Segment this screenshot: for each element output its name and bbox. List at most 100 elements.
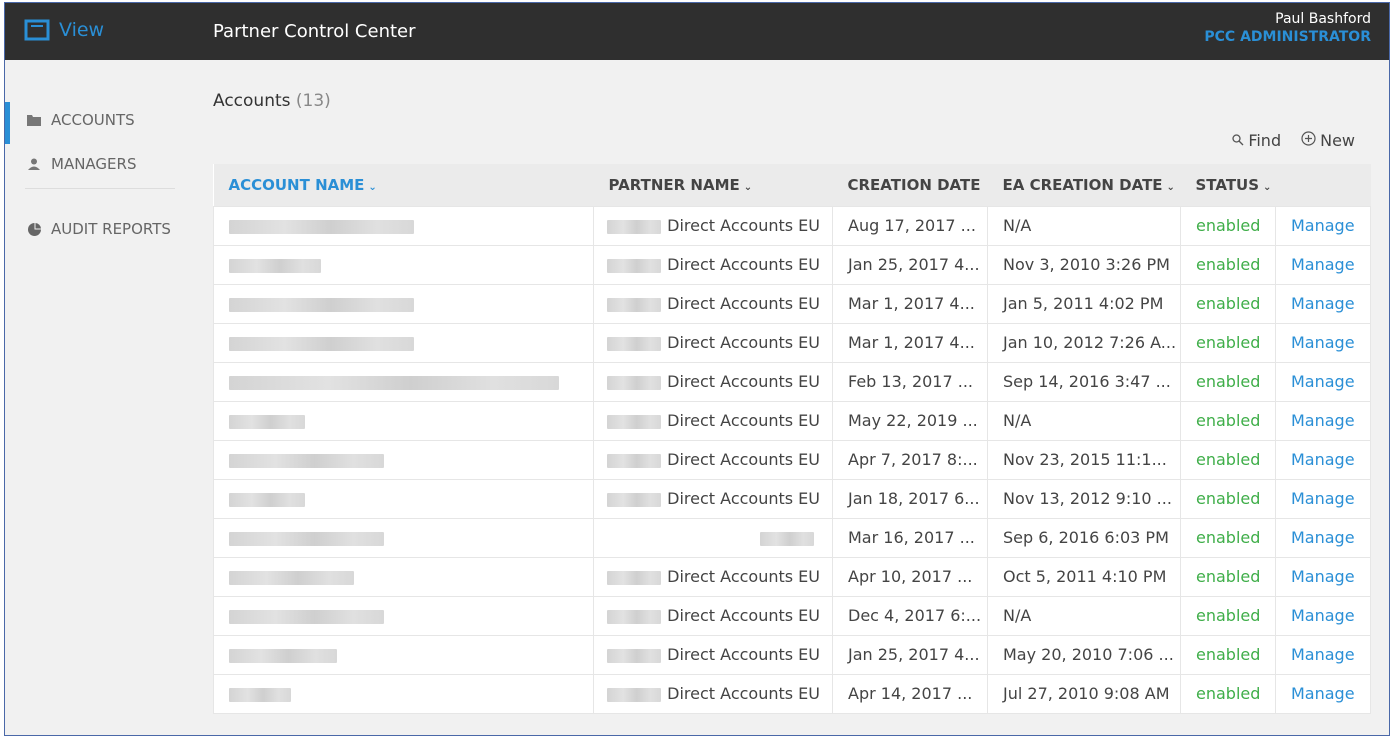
- column-header-ea-creation-date[interactable]: EA CREATION DATE ⌄: [988, 164, 1181, 206]
- find-label: Find: [1248, 131, 1282, 150]
- account-count: (13): [295, 91, 331, 111]
- table-row[interactable]: Direct Accounts EU May 22, 2019 ... N/A ena…: [213, 400, 1371, 441]
- ea-creation-date-cell: Jul 27, 2010 9:08 AM: [987, 673, 1181, 714]
- redacted-account-name: [229, 219, 414, 234]
- partner-name-cell: Direct Accounts EU: [593, 478, 833, 519]
- account-name-cell[interactable]: [213, 322, 594, 363]
- creation-date-cell: Feb 13, 2017 ...: [832, 361, 988, 402]
- new-label: New: [1320, 131, 1355, 150]
- table-row[interactable]: Direct Accounts EU Apr 7, 2017 8:... Nov 2…: [213, 439, 1371, 480]
- manage-link[interactable]: Manage: [1275, 361, 1371, 402]
- manage-link[interactable]: Manage: [1275, 634, 1371, 675]
- manage-link[interactable]: Manage: [1275, 673, 1371, 714]
- redacted-account-name: [229, 648, 337, 663]
- creation-date-cell: Apr 14, 2017 ...: [832, 673, 988, 714]
- redacted-account-name: [229, 492, 305, 507]
- manage-link[interactable]: Manage: [1275, 400, 1371, 441]
- creation-date-cell: Jan 18, 2017 6...: [832, 478, 988, 519]
- redacted-account-name: [229, 609, 384, 624]
- status-cell: enabled: [1180, 478, 1276, 519]
- manage-link[interactable]: Manage: [1275, 205, 1371, 246]
- column-header-actions: [1276, 164, 1371, 206]
- account-name-cell[interactable]: [213, 205, 594, 246]
- status-cell: enabled: [1180, 283, 1276, 324]
- account-name-cell[interactable]: [213, 556, 594, 597]
- chevron-down-icon: ⌄: [368, 181, 377, 193]
- table-row[interactable]: Direct Accounts EU Aug 17, 2017 ... N/A ena…: [213, 205, 1371, 246]
- partner-name-cell: Direct Accounts EU: [593, 322, 833, 363]
- account-name-cell[interactable]: [213, 400, 594, 441]
- table-row[interactable]: Direct Accounts EU Feb 13, 2017 ... Sep 14…: [213, 361, 1371, 402]
- user-menu[interactable]: Paul Bashford PCC ADMINISTRATOR: [1204, 11, 1371, 45]
- table-row[interactable]: Direct Accounts EU Jan 25, 2017 4... Nov 3…: [213, 244, 1371, 285]
- app-frame: View Partner Control Center Paul Bashfor…: [4, 2, 1390, 736]
- partner-name-cell: Direct Accounts EU: [593, 400, 833, 441]
- column-header-partner-name[interactable]: PARTNER NAME ⌄: [594, 164, 833, 206]
- column-header-status[interactable]: STATUS ⌄: [1181, 164, 1276, 206]
- creation-date-cell: Dec 4, 2017 6:...: [832, 595, 988, 636]
- partner-name-cell: [593, 517, 833, 558]
- partner-name-cell: Direct Accounts EU: [593, 556, 833, 597]
- logo-text: View: [59, 19, 105, 41]
- creation-date-cell: Jan 25, 2017 4...: [832, 244, 988, 285]
- manage-link[interactable]: Manage: [1275, 478, 1371, 519]
- manage-link[interactable]: Manage: [1275, 595, 1371, 636]
- redacted-partner-prefix: [607, 219, 662, 234]
- folder-icon: [27, 113, 41, 127]
- redacted-account-name: [229, 414, 305, 429]
- status-cell: enabled: [1180, 205, 1276, 246]
- account-name-cell[interactable]: [213, 361, 594, 402]
- ea-creation-date-cell: N/A: [987, 205, 1181, 246]
- column-header-account-name[interactable]: ACCOUNT NAME ⌄: [214, 164, 594, 206]
- table-row[interactable]: Direct Accounts EU Mar 1, 2017 4... Jan 10…: [213, 322, 1371, 363]
- table-row[interactable]: Direct Accounts EU Apr 14, 2017 ... Jul 27…: [213, 673, 1371, 714]
- manage-link[interactable]: Manage: [1275, 322, 1371, 363]
- creation-date-cell: May 22, 2019 ...: [832, 400, 988, 441]
- account-name-cell[interactable]: [213, 283, 594, 324]
- table-actions: Find New: [1232, 131, 1355, 150]
- redacted-partner-prefix: [607, 414, 662, 429]
- redacted-partner-prefix: [760, 531, 814, 546]
- table-row[interactable]: Direct Accounts EU Jan 25, 2017 4... May 2…: [213, 634, 1371, 675]
- status-cell: enabled: [1180, 361, 1276, 402]
- table-row[interactable]: Direct Accounts EU Mar 1, 2017 4... Jan 5,…: [213, 283, 1371, 324]
- manage-link[interactable]: Manage: [1275, 283, 1371, 324]
- top-bar: View Partner Control Center Paul Bashfor…: [5, 3, 1389, 60]
- table-row[interactable]: Mar 16, 2017 ... Sep 6, 2016 6:03 PM enabl…: [213, 517, 1371, 558]
- manage-link[interactable]: Manage: [1275, 556, 1371, 597]
- accounts-table: ACCOUNT NAME ⌄ PARTNER NAME ⌄ CREATION DAT…: [213, 164, 1371, 714]
- column-header-creation-date[interactable]: CREATION DATE: [833, 164, 988, 206]
- search-icon: [1232, 131, 1244, 150]
- redacted-partner-prefix: [607, 297, 662, 312]
- manage-link[interactable]: Manage: [1275, 244, 1371, 285]
- account-name-cell[interactable]: [213, 595, 594, 636]
- sidebar-item-audit-reports[interactable]: AUDIT REPORTS: [5, 207, 195, 251]
- new-button[interactable]: New: [1301, 131, 1355, 150]
- status-cell: enabled: [1180, 439, 1276, 480]
- table-row[interactable]: Direct Accounts EU Dec 4, 2017 6:... N/A en…: [213, 595, 1371, 636]
- table-row[interactable]: Direct Accounts EU Apr 10, 2017 ... Oct 5,…: [213, 556, 1371, 597]
- sidebar-item-managers[interactable]: MANAGERS: [5, 142, 195, 186]
- status-cell: enabled: [1180, 517, 1276, 558]
- account-name-cell[interactable]: [213, 517, 594, 558]
- account-name-cell[interactable]: [213, 673, 594, 714]
- manage-link[interactable]: Manage: [1275, 517, 1371, 558]
- account-name-cell[interactable]: [213, 634, 594, 675]
- status-cell: enabled: [1180, 595, 1276, 636]
- manage-link[interactable]: Manage: [1275, 439, 1371, 480]
- status-cell: enabled: [1180, 322, 1276, 363]
- find-button[interactable]: Find: [1232, 131, 1281, 150]
- status-cell: enabled: [1180, 400, 1276, 441]
- table-header-row: ACCOUNT NAME ⌄ PARTNER NAME ⌄ CREATION DAT…: [213, 164, 1371, 206]
- account-name-cell[interactable]: [213, 244, 594, 285]
- logo[interactable]: View: [23, 18, 104, 42]
- redacted-account-name: [229, 687, 291, 702]
- redacted-account-name: [229, 336, 414, 351]
- ea-creation-date-cell: Nov 3, 2010 3:26 PM: [987, 244, 1181, 285]
- account-name-cell[interactable]: [213, 478, 594, 519]
- creation-date-cell: Mar 1, 2017 4...: [832, 322, 988, 363]
- account-name-cell[interactable]: [213, 439, 594, 480]
- table-row[interactable]: Direct Accounts EU Jan 18, 2017 6... Nov 1…: [213, 478, 1371, 519]
- ea-creation-date-cell: Oct 5, 2011 4:10 PM: [987, 556, 1181, 597]
- sidebar-item-accounts[interactable]: ACCOUNTS: [5, 98, 195, 144]
